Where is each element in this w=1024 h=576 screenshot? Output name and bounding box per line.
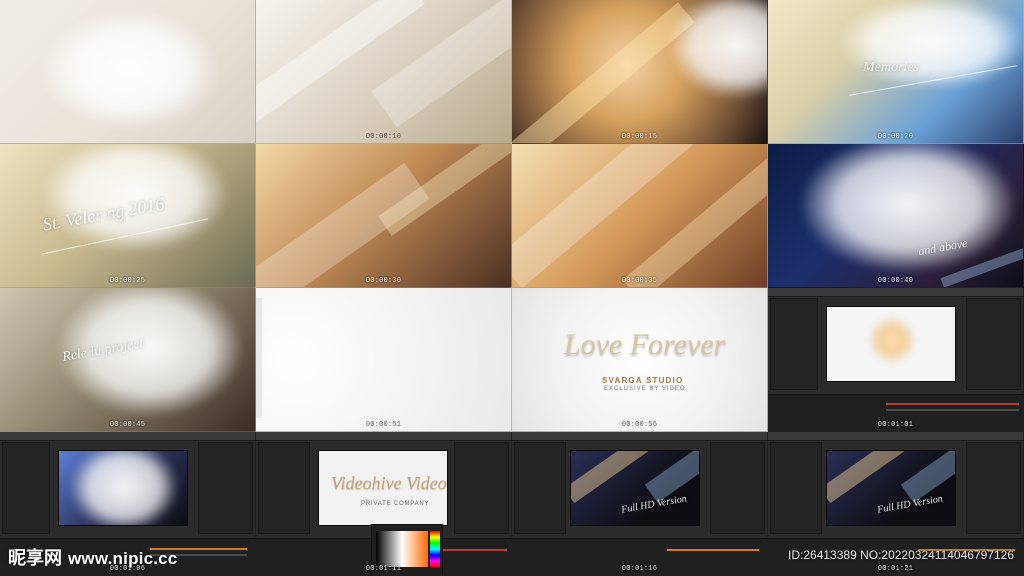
composition-viewer: Full HD Version: [570, 450, 700, 526]
frame-tile-10: 00:00:51: [256, 288, 512, 432]
timestamp: 00:01:11: [365, 565, 402, 573]
app-menu-bar: [768, 432, 1023, 441]
timestamp: 00:00:30: [365, 277, 402, 285]
video-frame-grid: 00:00:10 00:00:15 Memories 00:00:20 St. …: [0, 0, 1024, 576]
frame-tile-2: 00:00:10: [256, 0, 512, 144]
frame-tile-9: Rele lu project 00:00:45: [0, 288, 256, 432]
effects-panel: [454, 442, 509, 534]
frame-tile-11: Love Forever SVARGA STUDIO EXCLUSIVE BY …: [512, 288, 768, 432]
app-menu-bar: [768, 288, 1023, 297]
watermark-logo: 昵享网: [8, 548, 62, 568]
timestamp: 00:00:51: [365, 421, 402, 429]
project-panel: [258, 442, 310, 534]
project-panel: [770, 298, 818, 390]
timestamp: 00:01:01: [877, 421, 914, 429]
light-shard: [512, 2, 695, 143]
composition-viewer: Full HD Version: [826, 450, 956, 526]
censor-blur: [798, 144, 1018, 274]
censor-blur: [869, 317, 915, 363]
composition-viewer: [826, 306, 956, 382]
script-title: Memories: [863, 60, 919, 75]
frame-tile-14-editor: Videohive Video PRIVATE COMPANY 00:01:11: [256, 432, 512, 576]
timeline-bar-orange: [667, 549, 759, 551]
app-menu-bar: [256, 432, 511, 441]
image-id-line: ID:26413389 NO:20220324114046797126: [788, 548, 1014, 562]
effects-panel: [710, 442, 765, 534]
site-watermark: 昵享网 www.nipic.cc: [8, 544, 177, 570]
effects-panel: [966, 442, 1021, 534]
timestamp: 00:00:15: [621, 133, 658, 141]
script-title: Videohive Video: [331, 473, 447, 493]
effects-panel: [198, 442, 253, 534]
light-shard: [827, 451, 905, 504]
hue-strip: [430, 531, 440, 567]
frame-tile-8: and above 00:00:40: [768, 144, 1024, 288]
script-title: Love Forever: [564, 328, 726, 361]
frame-tile-7: 00:00:35: [512, 144, 768, 288]
light-shard: [571, 451, 649, 504]
frame-tile-5: St. Veler ng 2016 00:00:25: [0, 144, 256, 288]
censor-blur: [838, 0, 1023, 90]
timeline-bar-gray: [886, 409, 1019, 411]
brand-subtitle: EXCLUSIVE BY VIDEO: [604, 386, 686, 392]
subline: PRIVATE COMPANY: [361, 501, 430, 507]
watermark-url: www.nipic.cc: [68, 549, 178, 568]
censor-blur: [40, 10, 220, 130]
project-panel: [770, 442, 822, 534]
app-menu-bar: [0, 432, 255, 441]
brand-name: SVARGA STUDIO: [602, 376, 684, 385]
frame-tile-6: 00:00:30: [256, 144, 512, 288]
light-shard: [256, 298, 262, 418]
timestamp: 00:00:20: [877, 133, 914, 141]
timestamp: 00:00:45: [109, 421, 146, 429]
timestamp: 00:00:35: [621, 277, 658, 285]
frame-tile-12-editor: 00:01:01: [768, 288, 1024, 432]
timestamp: 00:00:40: [877, 277, 914, 285]
censor-blur: [69, 451, 179, 525]
timestamp: 00:00:10: [365, 133, 402, 141]
frame-tile-3: 00:00:15: [512, 0, 768, 144]
app-menu-bar: [512, 432, 767, 441]
composition-viewer: [58, 450, 188, 526]
frame-tile-15-editor: Full HD Version 00:01:16: [512, 432, 768, 576]
color-gradient: [376, 531, 428, 567]
project-panel: [2, 442, 50, 534]
frame-tile-4: Memories 00:00:20: [768, 0, 1024, 144]
project-panel: [514, 442, 566, 534]
censor-blur: [667, 0, 767, 100]
timestamp: 00:00:25: [109, 277, 146, 285]
effects-panel: [966, 298, 1021, 390]
frame-tile-1: [0, 0, 256, 144]
timestamp: 00:01:16: [621, 565, 658, 573]
timestamp: 00:01:21: [877, 565, 914, 573]
composition-viewer: Videohive Video PRIVATE COMPANY: [318, 450, 448, 526]
timestamp: 00:00:56: [621, 421, 658, 429]
timeline-bar-red: [886, 403, 1019, 405]
